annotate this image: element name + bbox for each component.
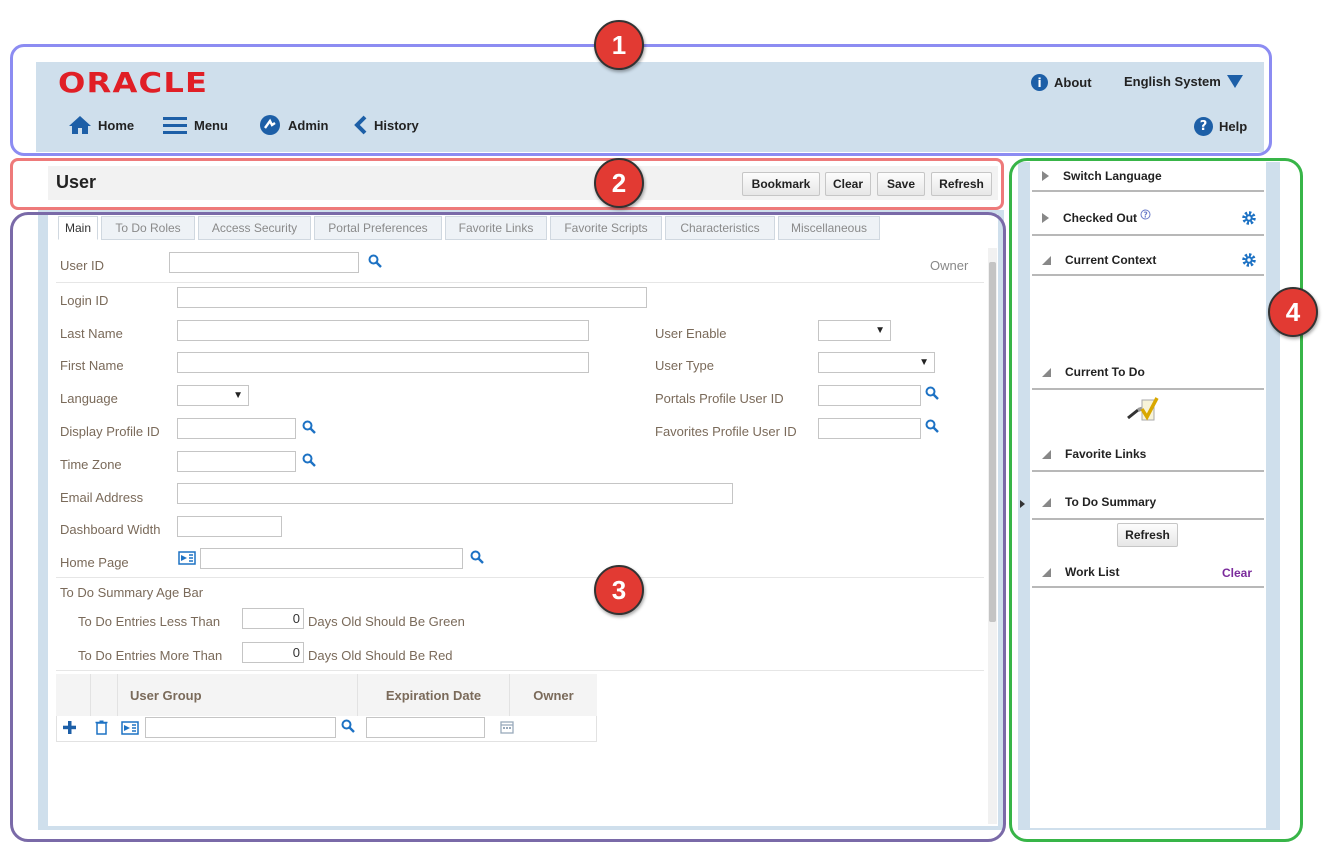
annotation-frame-2 bbox=[10, 158, 1004, 210]
annotation-badge-4: 4 bbox=[1268, 287, 1318, 337]
annotation-badge-2: 2 bbox=[594, 158, 644, 208]
annotation-frame-1 bbox=[10, 44, 1272, 156]
annotation-frame-3 bbox=[10, 212, 1006, 842]
annotation-badge-1: 1 bbox=[594, 20, 644, 70]
annotation-frame-4 bbox=[1009, 158, 1303, 842]
annotation-badge-3: 3 bbox=[594, 565, 644, 615]
